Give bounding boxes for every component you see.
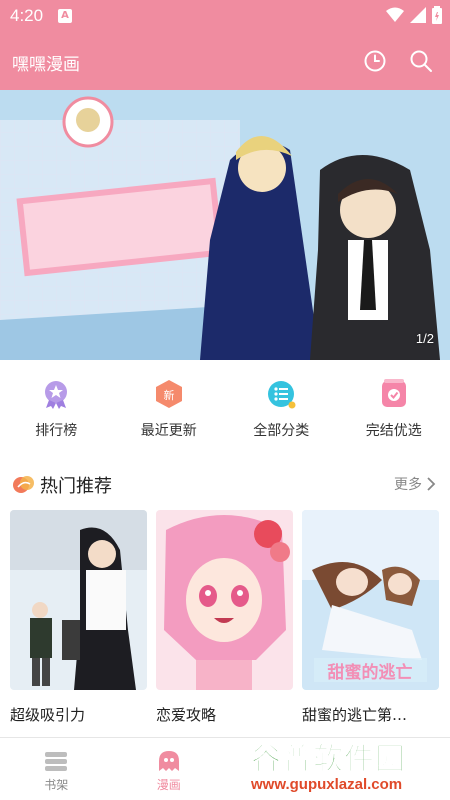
quick-nav-label: 全部分类 [253,423,310,439]
signal-icon [410,7,426,23]
banner-pager: 1/2 [415,331,434,346]
more-button[interactable]: 更多 [394,474,436,494]
tab-label: 书架 [44,778,69,792]
category-list-icon [268,381,296,409]
comic-cover [156,510,293,690]
quick-nav-label: 排行榜 [35,423,78,439]
bookshelf-icon [45,752,68,771]
quick-nav: 排行榜 新 最近更新 全部分类 完结优选 [0,362,450,448]
quick-nav-finished[interactable]: 完结优选 [344,362,444,448]
quick-nav-categories[interactable]: 全部分类 [231,362,331,448]
ranking-badge-icon [45,381,68,409]
banner-carousel[interactable]: 1/2 [0,90,450,360]
comic-title: 超级吸引力 [10,706,86,724]
status-time: 4:20 [10,6,44,25]
tab-comics[interactable]: 漫画 [113,738,226,800]
search-icon [410,50,432,72]
comic-cover [10,510,147,690]
comic-cover: 甜蜜的逃亡 [302,510,439,690]
finished-check-icon [381,379,406,407]
comic-title: 恋爱攻略 [156,706,217,724]
section-title: 热门推荐 [40,476,112,497]
quick-nav-ranking[interactable]: 排行榜 [6,362,106,448]
wifi-icon [386,7,404,22]
app-actions [362,48,434,74]
history-button[interactable] [362,48,388,74]
quick-nav-recent[interactable]: 新 最近更新 [119,362,219,448]
banner-illustration [0,90,450,360]
quick-nav-label: 完结优选 [365,423,422,439]
quick-nav-label: 最近更新 [140,423,197,439]
hot-icon [13,476,34,493]
hot-recommend-header: 热门推荐 更多 [0,466,450,500]
clock-icon [364,50,386,72]
status-icons [386,6,442,24]
comic-card[interactable]: 恋爱攻略 [156,510,293,725]
chevron-right-icon [427,477,436,491]
tab-label: 漫画 [156,778,181,792]
comic-ghost-icon [158,751,179,771]
comic-card[interactable]: 甜蜜的逃亡 甜蜜的逃亡第… [302,510,439,725]
comic-card-list: 超级吸引力 恋爱攻略 甜蜜的逃亡 甜蜜的逃亡第… [10,510,440,725]
battery-icon [432,6,442,24]
tab-bookshelf[interactable]: 书架 [0,738,113,800]
search-button[interactable] [408,48,434,74]
svg-text:甜蜜的逃亡: 甜蜜的逃亡 [328,662,413,683]
notification-icon: A [58,9,72,23]
comic-title: 甜蜜的逃亡第… [302,706,408,724]
more-label: 更多 [394,477,422,493]
watermark-url: www.gupuxlazal.com [251,776,403,793]
app-bar: 嘿嘿漫画 [0,34,450,90]
app-title: 嘿嘿漫画 [12,55,80,75]
svg-text:新: 新 [163,388,174,402]
new-hexagon-icon: 新 [155,380,182,408]
watermark-title: 谷普软件园 [251,742,406,778]
watermark-logo: 谷普软件园 www.gupuxlazal.com [245,728,450,800]
status-bar: 4:20 A [0,0,450,34]
comic-card[interactable]: 超级吸引力 [10,510,147,725]
